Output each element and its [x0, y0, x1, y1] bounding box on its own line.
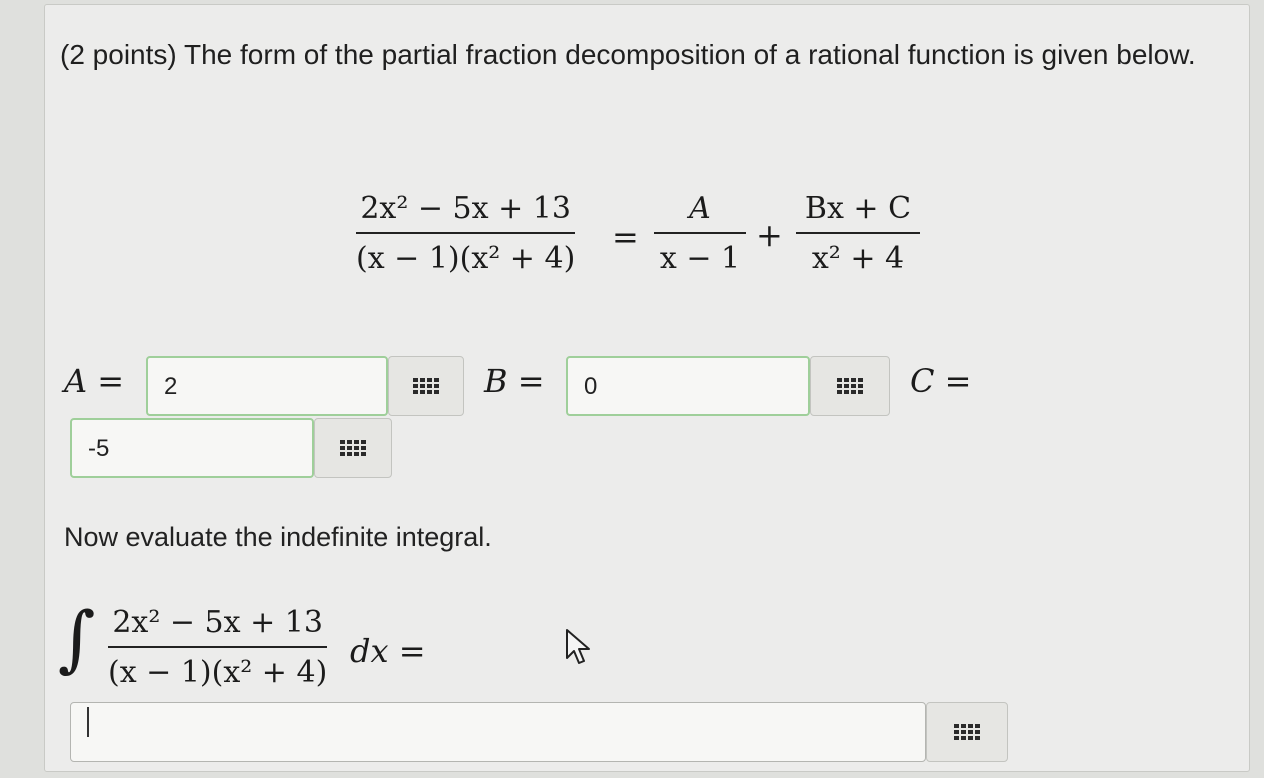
- keypad-grid-icon: [837, 378, 863, 394]
- fraction-bar: [796, 232, 920, 234]
- integral-prompt: Now evaluate the indefinite integral.: [64, 522, 492, 552]
- equals-sign: =: [612, 218, 639, 256]
- lhs-numerator: 2x² − 5x + 13: [360, 191, 571, 226]
- b-answer-input[interactable]: 0: [566, 356, 810, 416]
- fraction-bar: [356, 232, 576, 234]
- b-label: B =: [484, 362, 545, 400]
- c-answer-input[interactable]: -5: [70, 418, 314, 478]
- fraction-bar: [108, 646, 328, 648]
- term1-denominator: x − 1: [659, 241, 741, 276]
- integral-sign: ∫: [58, 596, 96, 680]
- keypad-grid-icon: [954, 724, 980, 740]
- c-keypad-button[interactable]: [314, 418, 392, 478]
- term2-denominator: x² + 4: [811, 241, 905, 276]
- integral-numerator: 2x² − 5x + 13: [112, 605, 323, 640]
- keypad-grid-icon: [340, 440, 366, 456]
- c-label: C =: [910, 362, 972, 400]
- fraction-bar: [654, 232, 746, 234]
- integral-denominator: (x − 1)(x² + 4): [108, 655, 328, 690]
- term1-numerator: A: [689, 191, 711, 226]
- a-answer-input[interactable]: 2: [146, 356, 388, 416]
- problem-intro: (2 points) The form of the partial fract…: [60, 39, 1196, 70]
- dx-label: dx =: [350, 632, 426, 670]
- term2-numerator: Bx + C: [804, 191, 912, 226]
- a-keypad-button[interactable]: [388, 356, 464, 416]
- term1-fraction: A x − 1: [654, 190, 746, 278]
- mouse-pointer-icon: [565, 628, 595, 673]
- lhs-fraction: 2x² − 5x + 13 (x − 1)(x² + 4): [356, 190, 576, 278]
- integral-answer-input[interactable]: [70, 702, 926, 762]
- term2-fraction: Bx + C x² + 4: [796, 190, 920, 278]
- b-keypad-button[interactable]: [810, 356, 890, 416]
- integral-keypad-button[interactable]: [926, 702, 1008, 762]
- keypad-grid-icon: [413, 378, 439, 394]
- a-label: A =: [64, 362, 125, 400]
- text-cursor: [87, 707, 89, 737]
- plus-sign: +: [756, 216, 783, 254]
- integral-fraction: 2x² − 5x + 13 (x − 1)(x² + 4): [108, 604, 328, 692]
- lhs-denominator: (x − 1)(x² + 4): [356, 241, 576, 276]
